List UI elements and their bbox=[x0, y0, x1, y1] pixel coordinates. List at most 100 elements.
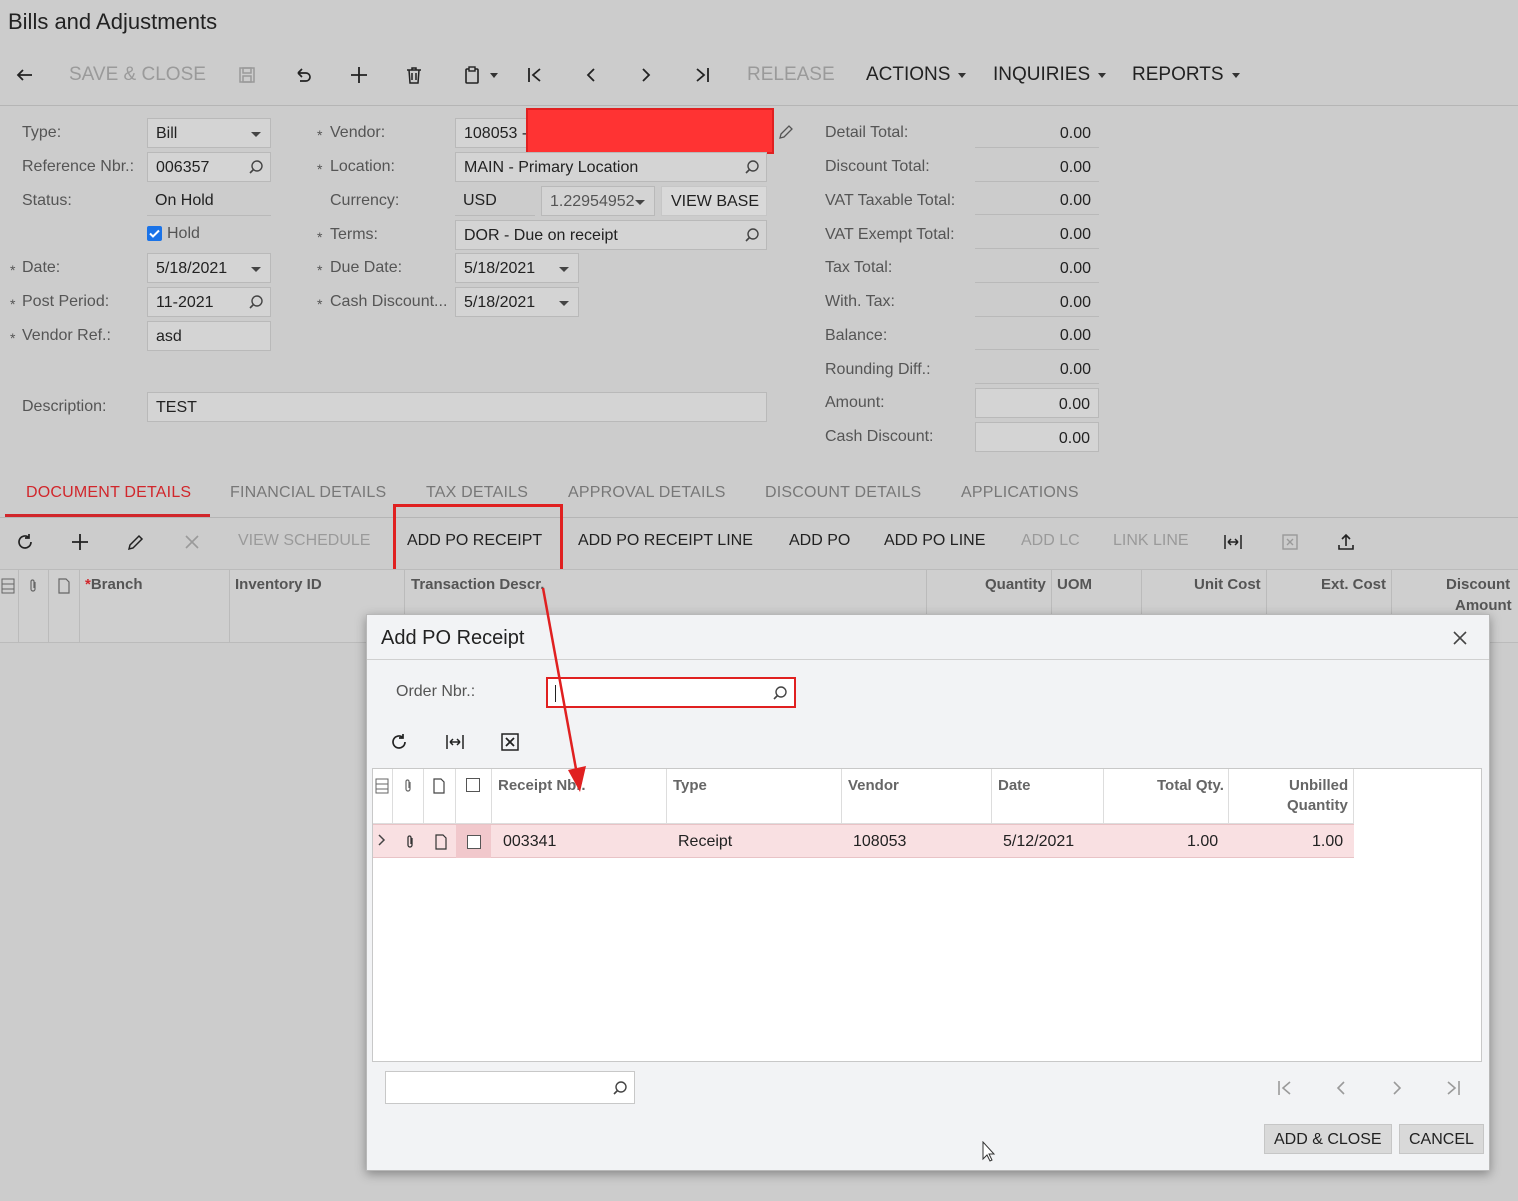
view-base-button[interactable]: VIEW BASE bbox=[661, 186, 767, 216]
delete-row-icon[interactable] bbox=[182, 532, 202, 557]
edit-icon[interactable] bbox=[126, 532, 146, 557]
row-checkbox[interactable] bbox=[467, 835, 481, 849]
release-button[interactable]: RELEASE bbox=[747, 62, 835, 88]
add-po-button[interactable]: ADD PO bbox=[789, 532, 850, 550]
tab-discount-details[interactable]: DISCOUNT DETAILS bbox=[765, 484, 921, 502]
column-total-qty[interactable]: Total Qty. bbox=[1157, 777, 1224, 794]
column-divider bbox=[423, 769, 424, 824]
cancel-button[interactable]: CANCEL bbox=[1399, 1124, 1484, 1154]
save-icon[interactable] bbox=[236, 62, 258, 88]
attachment-icon[interactable] bbox=[403, 834, 417, 855]
terms-input[interactable]: DOR - Due on receipt bbox=[455, 220, 767, 250]
rounding-diff-label: Rounding Diff.: bbox=[825, 361, 931, 378]
add-po-receipt-line-button[interactable]: ADD PO RECEIPT LINE bbox=[578, 532, 753, 550]
refresh-icon[interactable] bbox=[389, 732, 409, 752]
due-date-input[interactable]: 5/18/2021 bbox=[455, 253, 579, 283]
view-schedule-button[interactable]: VIEW SCHEDULE bbox=[238, 532, 370, 550]
refresh-icon[interactable] bbox=[15, 532, 35, 557]
rate-select[interactable]: 1.22954952 bbox=[541, 186, 655, 216]
column-type[interactable]: Type bbox=[673, 777, 707, 794]
inquiries-menu[interactable]: INQUIRIES bbox=[993, 62, 1107, 88]
select-all-checkbox[interactable] bbox=[466, 778, 480, 792]
amount-label: Amount: bbox=[825, 394, 885, 411]
excel-export-icon[interactable] bbox=[1280, 532, 1300, 557]
excel-export-icon[interactable] bbox=[500, 732, 520, 752]
type-label: Type: bbox=[22, 124, 62, 141]
hold-checkbox[interactable] bbox=[147, 226, 162, 241]
column-uom[interactable]: UOM bbox=[1057, 576, 1092, 593]
edit-icon[interactable] bbox=[777, 123, 795, 141]
required-mark: * bbox=[317, 127, 323, 143]
back-icon[interactable] bbox=[10, 62, 38, 88]
tab-applications[interactable]: APPLICATIONS bbox=[961, 484, 1079, 502]
previous-record-icon[interactable] bbox=[580, 62, 602, 88]
previous-page-icon[interactable] bbox=[1331, 1078, 1351, 1103]
expand-row-icon[interactable] bbox=[377, 833, 387, 852]
link-line-button[interactable]: LINK LINE bbox=[1113, 532, 1189, 550]
reference-value: 006357 bbox=[156, 159, 210, 176]
date-input[interactable]: 5/18/2021 bbox=[147, 253, 271, 283]
fit-columns-icon[interactable] bbox=[444, 732, 466, 752]
note-icon[interactable] bbox=[434, 834, 448, 855]
actions-menu[interactable]: ACTIONS bbox=[866, 62, 967, 88]
type-select[interactable]: Bill bbox=[147, 118, 271, 148]
fit-columns-icon[interactable] bbox=[1223, 532, 1243, 557]
add-close-button[interactable]: ADD & CLOSE bbox=[1264, 1124, 1392, 1154]
column-branch-label: Branch bbox=[90, 576, 143, 593]
add-icon[interactable] bbox=[347, 62, 371, 88]
grid-search-input[interactable] bbox=[385, 1071, 635, 1104]
column-unbilled-quantity[interactable]: Unbilled bbox=[1289, 777, 1348, 794]
search-icon bbox=[745, 160, 759, 174]
type-cell: Receipt bbox=[678, 833, 733, 850]
total-qty-cell: 1.00 bbox=[1187, 833, 1219, 850]
reports-menu[interactable]: REPORTS bbox=[1132, 62, 1240, 88]
first-page-icon[interactable] bbox=[1275, 1078, 1295, 1103]
reference-label: Reference Nbr.: bbox=[22, 158, 135, 175]
save-close-button[interactable]: SAVE & CLOSE bbox=[69, 62, 206, 88]
tab-approval-details[interactable]: APPROVAL DETAILS bbox=[568, 484, 726, 502]
first-record-icon[interactable] bbox=[524, 62, 546, 88]
column-ext-cost[interactable]: Ext. Cost bbox=[1321, 576, 1386, 593]
next-page-icon[interactable] bbox=[1387, 1078, 1407, 1103]
reference-input[interactable]: 006357 bbox=[147, 152, 271, 182]
undo-icon[interactable] bbox=[291, 62, 315, 88]
cash-discount-input[interactable]: 0.00 bbox=[975, 422, 1099, 452]
location-input[interactable]: MAIN - Primary Location bbox=[455, 152, 767, 182]
column-inventory-id[interactable]: Inventory ID bbox=[235, 576, 322, 593]
column-discount-amount[interactable]: Discount bbox=[1446, 576, 1510, 593]
column-quantity[interactable]: Quantity bbox=[985, 576, 1046, 593]
tab-tax-details[interactable]: TAX DETAILS bbox=[426, 484, 528, 502]
discount-total-value: 0.00 bbox=[975, 152, 1099, 182]
tab-financial-details[interactable]: FINANCIAL DETAILS bbox=[230, 484, 386, 502]
column-vendor[interactable]: Vendor bbox=[848, 777, 899, 794]
delete-icon[interactable] bbox=[403, 62, 425, 88]
last-page-icon[interactable] bbox=[1443, 1078, 1463, 1103]
description-input[interactable]: TEST bbox=[147, 392, 767, 422]
column-unit-cost[interactable]: Unit Cost bbox=[1194, 576, 1261, 593]
vendor-label: Vendor: bbox=[330, 124, 386, 141]
next-record-icon[interactable] bbox=[635, 62, 657, 88]
terms-label: Terms: bbox=[330, 226, 378, 243]
last-record-icon[interactable] bbox=[691, 62, 713, 88]
column-divider bbox=[392, 769, 393, 824]
currency-value[interactable]: USD bbox=[455, 186, 535, 216]
close-icon[interactable] bbox=[1451, 629, 1469, 647]
column-date[interactable]: Date bbox=[998, 777, 1031, 794]
upload-icon[interactable] bbox=[1336, 532, 1356, 557]
column-divider bbox=[841, 769, 842, 824]
add-lc-button[interactable]: ADD LC bbox=[1021, 532, 1080, 550]
vendor-ref-input[interactable]: asd bbox=[147, 321, 271, 351]
chevron-down-icon bbox=[251, 267, 261, 272]
amount-input[interactable]: 0.00 bbox=[975, 388, 1099, 418]
column-transaction-descr[interactable]: Transaction Descr. bbox=[411, 576, 544, 593]
attachment-icon bbox=[401, 778, 415, 799]
clipboard-icon[interactable] bbox=[458, 62, 502, 88]
balance-value: 0.00 bbox=[975, 320, 1099, 350]
column-branch[interactable]: *Branch bbox=[85, 576, 143, 593]
required-mark: * bbox=[10, 330, 16, 346]
add-row-icon[interactable] bbox=[70, 532, 90, 557]
post-period-input[interactable]: 11-2021 bbox=[147, 287, 271, 317]
cash-discount-date-input[interactable]: 5/18/2021 bbox=[455, 287, 579, 317]
tab-document-details[interactable]: DOCUMENT DETAILS bbox=[26, 484, 191, 502]
add-po-line-button[interactable]: ADD PO LINE bbox=[884, 532, 985, 550]
